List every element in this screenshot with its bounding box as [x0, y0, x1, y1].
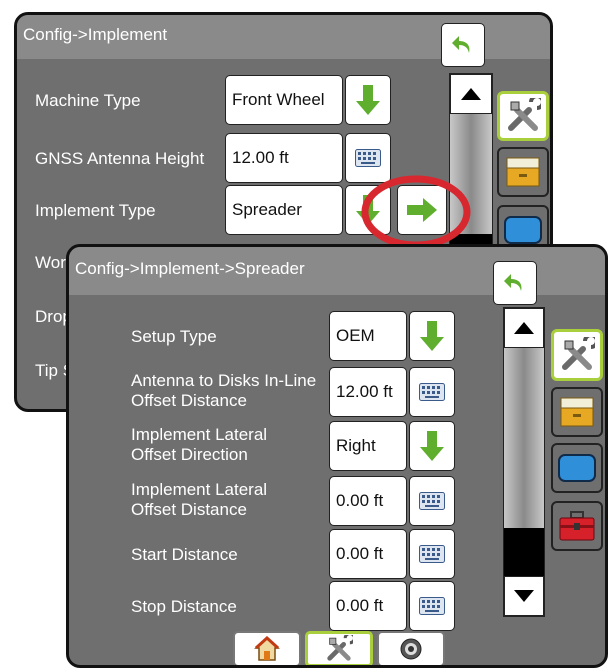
back-side-tab-tools[interactable] — [497, 91, 549, 141]
front-side-tab-tools[interactable] — [551, 329, 603, 381]
lateral-offset-direction-label: Implement Lateral Offset Direction — [131, 425, 268, 464]
setup-type-dropdown-button[interactable] — [409, 311, 455, 361]
machine-type-dropdown-button[interactable] — [345, 75, 391, 125]
lateral-offset-distance-value[interactable]: 0.00 ft — [329, 476, 407, 526]
lateral-offset-distance-label: Implement Lateral Offset Distance — [131, 480, 268, 519]
stop-distance-label: Stop Distance — [131, 597, 237, 616]
toolbox-icon — [559, 511, 595, 541]
bottom-tab-gauge[interactable] — [377, 631, 445, 665]
folder-icon — [506, 157, 540, 187]
front-side-tab-folder[interactable] — [551, 387, 603, 437]
back-button[interactable] — [441, 23, 485, 67]
keyboard-icon — [419, 383, 445, 401]
back-side-tab-folder[interactable] — [497, 147, 549, 197]
triangle-down-icon — [514, 590, 534, 602]
in-line-offset-value[interactable]: 12.00 ft — [329, 367, 407, 417]
keyboard-icon — [355, 149, 381, 167]
back-scroll-up-button[interactable] — [450, 74, 492, 114]
bottom-tab-home[interactable] — [233, 631, 301, 665]
lateral-offset-direction-dropdown-button[interactable] — [409, 421, 455, 471]
in-line-offset-label: Antenna to Disks In-Line Offset Distance — [131, 371, 317, 410]
gnss-antenna-height-value[interactable]: 12.00 ft — [225, 133, 343, 183]
machine-type-value[interactable]: Front Wheel — [225, 75, 343, 125]
stop-distance-keyboard-button[interactable] — [409, 581, 455, 631]
home-icon — [254, 636, 280, 661]
down-arrow-icon — [420, 321, 444, 351]
down-arrow-icon — [420, 431, 444, 461]
front-scroll-up-button[interactable] — [504, 308, 544, 348]
front-scroll-track[interactable] — [504, 348, 544, 528]
in-line-offset-keyboard-button[interactable] — [409, 367, 455, 417]
lateral-offset-distance-keyboard-button[interactable] — [409, 476, 455, 526]
start-distance-value[interactable]: 0.00 ft — [329, 529, 407, 579]
start-distance-label: Start Distance — [131, 545, 238, 564]
front-side-tab-screen[interactable] — [551, 443, 603, 493]
gauge-icon — [400, 638, 422, 660]
tools-icon — [508, 98, 541, 131]
folder-icon — [560, 397, 594, 427]
tools-icon — [562, 337, 595, 370]
implement-type-label: Implement Type — [35, 201, 156, 220]
tools-icon — [327, 635, 353, 661]
keyboard-icon — [419, 545, 445, 563]
implement-type-value[interactable]: Spreader — [225, 185, 343, 235]
front-panel: Config->Implement->Spreader Setup Type O… — [66, 244, 608, 668]
setup-type-value[interactable]: OEM — [329, 311, 407, 361]
keyboard-icon — [419, 597, 445, 615]
front-scrollbar[interactable] — [503, 307, 545, 617]
back-arrow-icon — [504, 274, 522, 291]
setup-type-label: Setup Type — [131, 327, 217, 346]
gnss-antenna-height-label: GNSS Antenna Height — [35, 149, 205, 168]
triangle-up-icon — [514, 322, 534, 334]
front-back-button[interactable] — [493, 261, 537, 305]
down-arrow-icon — [356, 85, 380, 115]
front-page-title: Config->Implement->Spreader — [75, 259, 305, 278]
keyboard-icon — [419, 492, 445, 510]
machine-type-label: Machine Type — [35, 91, 141, 110]
screen-icon — [558, 454, 596, 482]
highlight-circle — [361, 175, 471, 249]
back-arrow-icon — [452, 36, 470, 53]
back-row-4-label: Wor — [35, 253, 66, 272]
screen-icon — [504, 216, 542, 244]
bottom-tab-tools[interactable] — [305, 631, 373, 665]
front-scroll-down-button[interactable] — [504, 576, 544, 616]
stop-distance-value[interactable]: 0.00 ft — [329, 581, 407, 631]
lateral-offset-direction-value[interactable]: Right — [329, 421, 407, 471]
front-side-tab-toolbox[interactable] — [551, 501, 603, 551]
back-page-title: Config->Implement — [23, 25, 168, 44]
triangle-up-icon — [461, 88, 481, 100]
start-distance-keyboard-button[interactable] — [409, 529, 455, 579]
front-scroll-thumb[interactable] — [504, 528, 544, 576]
